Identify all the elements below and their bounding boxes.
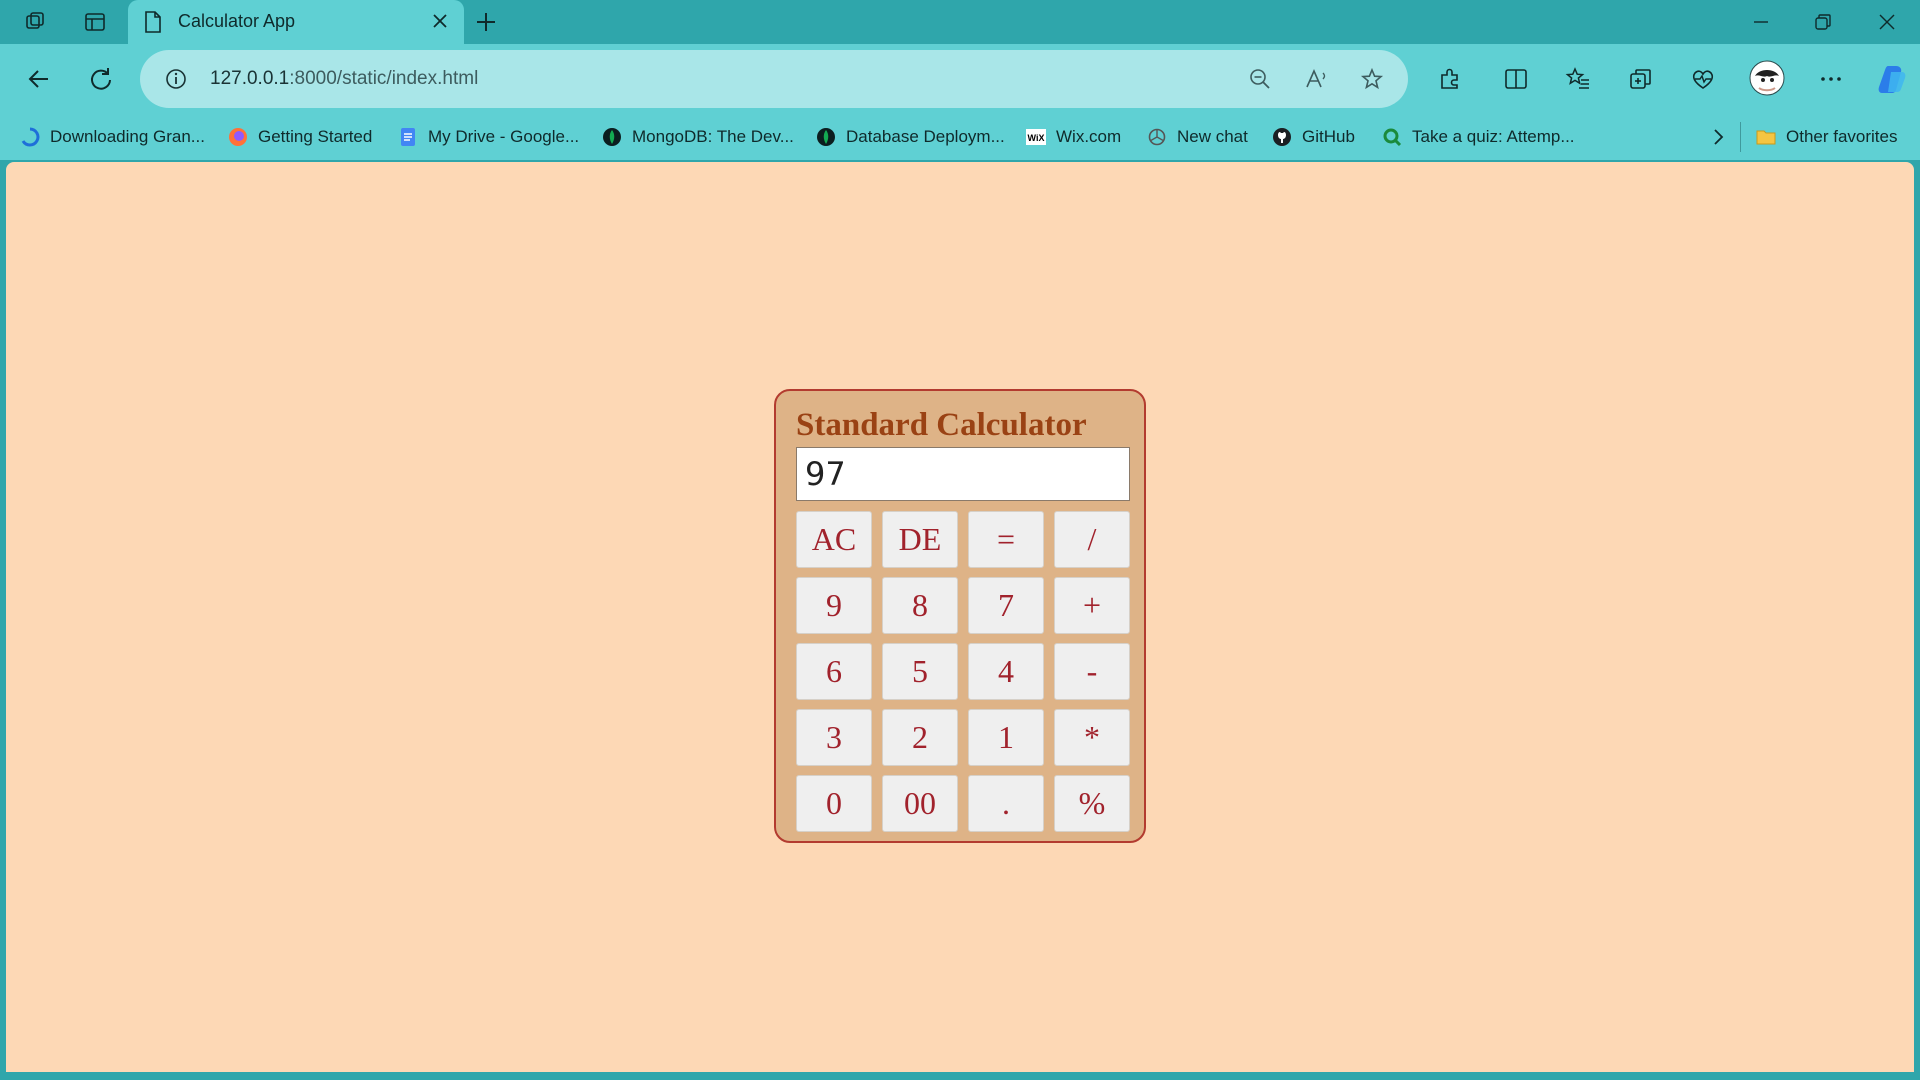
bookmark-take-a-quiz[interactable]: Take a quiz: Attemp...: [1382, 124, 1575, 150]
back-arrow-icon[interactable]: [26, 66, 52, 92]
github-icon: [1273, 128, 1291, 146]
bookmark-label: New chat: [1177, 127, 1248, 146]
close-icon[interactable]: [430, 11, 450, 31]
mongodb-icon: [603, 128, 621, 146]
bookmarks-divider: [1740, 122, 1741, 152]
bookmark-label: Other favorites: [1786, 127, 1898, 146]
restore-icon[interactable]: [1812, 11, 1834, 33]
page-content: Standard Calculator 97 AC DE =/ 9 8 7 +6 5 4- 3 2 1…: [6, 162, 1914, 1072]
profile-avatar[interactable]: [1749, 60, 1785, 96]
calculator-key[interactable]: 3: [796, 709, 872, 766]
bookmark-my-drive[interactable]: My Drive - Google...: [398, 124, 579, 150]
bookmark-getting-started[interactable]: Getting Started: [228, 124, 372, 150]
calculator-key[interactable]: *: [1054, 709, 1130, 766]
chevron-right-icon[interactable]: [1708, 127, 1728, 147]
calculator-key[interactable]: .: [968, 775, 1044, 832]
bookmark-downloading[interactable]: Downloading Gran...: [20, 124, 205, 150]
new-tab-icon[interactable]: [474, 10, 498, 34]
more-options-icon[interactable]: [1818, 66, 1844, 92]
bookmark-label: My Drive - Google...: [428, 127, 580, 146]
wix-icon: WiX: [1026, 129, 1046, 145]
calculator-key[interactable]: 4: [968, 643, 1044, 700]
bookmark-label: Wix.com: [1056, 127, 1122, 146]
bookmark-label: Downloading Gran...: [50, 127, 205, 146]
refresh-icon[interactable]: [88, 66, 114, 92]
document-icon: [145, 11, 161, 33]
read-aloud-icon[interactable]: [1304, 67, 1330, 91]
calculator-key[interactable]: /: [1054, 511, 1130, 568]
bookmark-label: MongoDB: The Dev...: [632, 127, 794, 146]
quiz-icon: [1383, 128, 1402, 147]
bookmark-wix[interactable]: WiX Wix.com: [1026, 124, 1121, 150]
calculator-title: Standard Calculator: [796, 407, 1087, 443]
bookmark-database-deployment[interactable]: Database Deploym...: [816, 124, 1005, 150]
calculator-key[interactable]: 1: [968, 709, 1044, 766]
calculator-key[interactable]: 00: [882, 775, 958, 832]
calculator-key[interactable]: 9: [796, 577, 872, 634]
tab-title: Calculator App: [178, 11, 296, 31]
calculator-key[interactable]: 6: [796, 643, 872, 700]
favorite-star-icon[interactable]: [1360, 67, 1384, 91]
split-screen-icon[interactable]: [1503, 66, 1529, 92]
url-path: :8000/static/index.html: [289, 68, 479, 89]
calculator-key[interactable]: %: [1054, 775, 1130, 832]
calculator-key[interactable]: 5: [882, 643, 958, 700]
bookmark-label: Take a quiz: Attemp...: [1412, 127, 1575, 146]
info-icon[interactable]: [164, 67, 188, 91]
calculator-key[interactable]: AC: [796, 511, 872, 568]
extensions-icon[interactable]: [1437, 66, 1463, 92]
browser-essentials-icon[interactable]: [1690, 66, 1716, 92]
calculator-key[interactable]: =: [968, 511, 1044, 568]
browser-toolbar: 127.0.0.1:8000/static/index.html: [0, 44, 1920, 114]
calculator-key[interactable]: DE: [882, 511, 958, 568]
calculator-key[interactable]: 0: [796, 775, 872, 832]
bookmark-github[interactable]: GitHub: [1272, 124, 1355, 150]
minimize-icon[interactable]: [1750, 11, 1772, 33]
mongodb-icon: [817, 128, 835, 146]
zoom-out-icon[interactable]: [1248, 67, 1272, 91]
calculator-display[interactable]: 97: [796, 447, 1130, 501]
calculator-key[interactable]: 8: [882, 577, 958, 634]
openai-icon: [1148, 128, 1166, 146]
browser-title-bar: Calculator App: [0, 0, 1920, 44]
favorites-icon[interactable]: [1565, 66, 1591, 92]
calculator-key[interactable]: 2: [882, 709, 958, 766]
firefox-icon: [229, 128, 247, 146]
svg-text:WiX: WiX: [1028, 133, 1045, 143]
folder-icon: [1756, 130, 1776, 145]
address-bar[interactable]: 127.0.0.1:8000/static/index.html: [140, 50, 1408, 108]
bookmark-mongodb[interactable]: MongoDB: The Dev...: [602, 124, 794, 150]
bookmark-other-favorites[interactable]: Other favorites: [1756, 124, 1898, 150]
workspaces-icon[interactable]: [24, 10, 48, 34]
bookmarks-bar: Downloading Gran... Getting Started My D…: [0, 114, 1920, 160]
bookmark-new-chat[interactable]: New chat: [1147, 124, 1248, 150]
collections-icon[interactable]: [1628, 66, 1654, 92]
downloading-icon: [21, 127, 40, 147]
calculator-panel: Standard Calculator 97 AC DE =/ 9 8 7 +6 5 4- 3 2 1…: [774, 389, 1146, 843]
tab-actions-icon[interactable]: [83, 10, 107, 34]
url-host: 127.0.0.1: [210, 68, 290, 89]
bookmark-label: Database Deploym...: [846, 127, 1005, 146]
window-close-icon[interactable]: [1876, 11, 1898, 33]
bookmark-label: GitHub: [1302, 127, 1355, 146]
copilot-icon[interactable]: [1874, 62, 1908, 96]
calculator-key[interactable]: 7: [968, 577, 1044, 634]
tab-calculator-app[interactable]: Calculator App: [128, 0, 464, 44]
url-text[interactable]: 127.0.0.1:8000/static/index.html: [210, 68, 478, 90]
window-bottom-edge: [0, 1072, 1920, 1080]
google-docs-icon: [401, 128, 415, 146]
bookmark-label: Getting Started: [258, 127, 373, 146]
calculator-key[interactable]: +: [1054, 577, 1130, 634]
calculator-key[interactable]: -: [1054, 643, 1130, 700]
